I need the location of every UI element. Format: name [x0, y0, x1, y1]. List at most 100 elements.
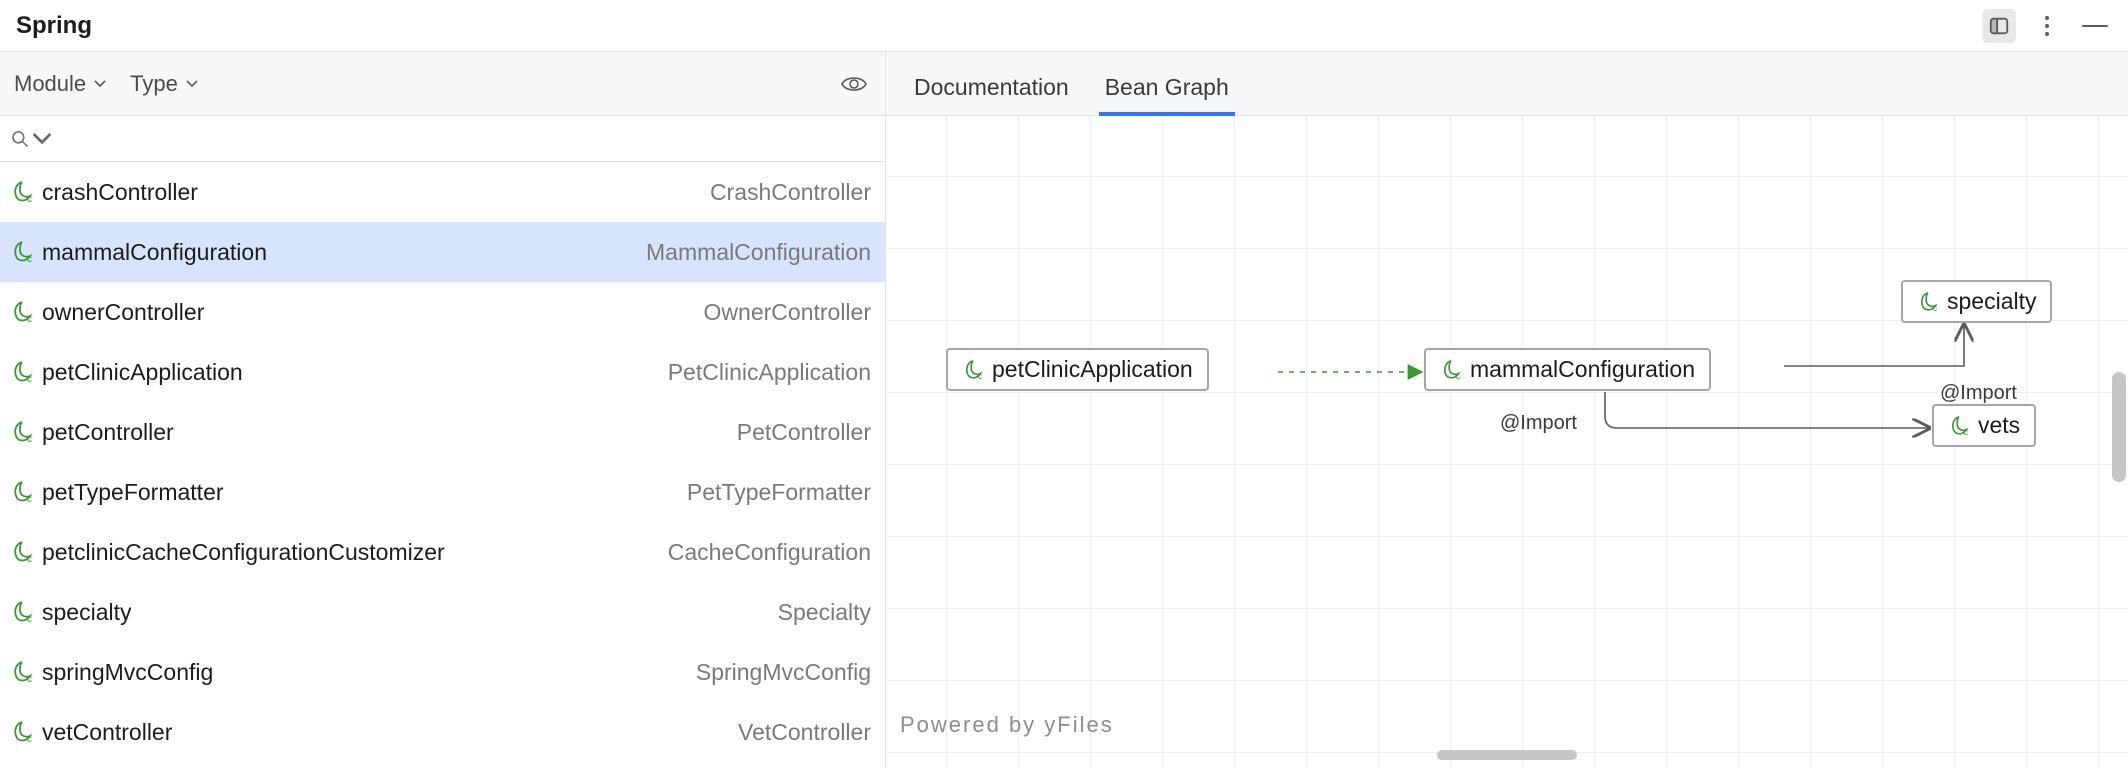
graph-node-mammalconfiguration[interactable]: c mammalConfiguration [1424, 348, 1711, 391]
bean-list-item[interactable]: c petController PetController [0, 402, 885, 462]
spring-bean-icon: c [1917, 291, 1939, 313]
bean-type: SpringMvcConfig [696, 659, 871, 686]
svg-text:c: c [27, 374, 32, 384]
svg-text:c: c [1933, 303, 1938, 313]
graph-edge-label: @Import [1940, 382, 2017, 405]
tab-bean-graph[interactable]: Bean Graph [1105, 74, 1229, 115]
graph-node-label: petClinicApplication [992, 356, 1193, 383]
bean-list-item[interactable]: c petClinicApplication PetClinicApplicat… [0, 342, 885, 402]
spring-bean-icon: c [10, 240, 34, 264]
svg-text:c: c [27, 314, 32, 324]
chevron-down-icon [32, 129, 52, 149]
bean-list-item[interactable]: c springMvcConfig SpringMvcConfig [0, 642, 885, 702]
eye-icon [840, 74, 868, 94]
titlebar-actions [1982, 9, 2112, 43]
module-dropdown-label: Module [14, 71, 86, 97]
panel-icon [1988, 15, 2010, 37]
type-dropdown[interactable]: Type [130, 71, 198, 97]
bean-name: vetController [42, 719, 172, 746]
svg-text:c: c [27, 554, 32, 564]
spring-bean-icon: c [10, 300, 34, 324]
spring-bean-icon: c [10, 420, 34, 444]
spring-bean-icon: c [10, 720, 34, 744]
bean-name: petController [42, 419, 174, 446]
bean-type: Specialty [778, 599, 871, 626]
visibility-button[interactable] [837, 67, 871, 101]
graph-footer: Powered by yFiles [900, 712, 1114, 738]
bean-item-left: c vetController [10, 719, 172, 746]
graph-node-label: vets [1978, 412, 2020, 439]
scrollbar-thumb[interactable] [1437, 750, 1577, 760]
bean-list-item[interactable]: c mammalConfiguration MammalConfiguratio… [0, 222, 885, 282]
bean-item-left: c petController [10, 419, 174, 446]
svg-text:c: c [27, 194, 32, 204]
bean-type: PetClinicApplication [668, 359, 871, 386]
spring-bean-icon: c [1948, 415, 1970, 437]
minimize-button[interactable] [2078, 9, 2112, 43]
bean-item-left: c springMvcConfig [10, 659, 213, 686]
svg-text:c: c [27, 674, 32, 684]
bean-item-left: c petclinicCacheConfigurationCustomizer [10, 539, 445, 566]
more-icon [2045, 16, 2049, 36]
graph-node-specialty[interactable]: c specialty [1901, 280, 2052, 323]
minimize-icon [2082, 25, 2108, 27]
titlebar: Spring [0, 0, 2128, 52]
bean-name: specialty [42, 599, 131, 626]
module-dropdown[interactable]: Module [14, 71, 106, 97]
panel-toggle-button[interactable] [1982, 9, 2016, 43]
chevron-down-icon [94, 80, 106, 88]
bean-type: MammalConfiguration [646, 239, 871, 266]
spring-bean-icon: c [10, 480, 34, 504]
bean-list[interactable]: c crashController CrashController c mamm… [0, 162, 885, 768]
tab-documentation[interactable]: Documentation [914, 74, 1069, 115]
spring-bean-icon: c [10, 600, 34, 624]
graph-node-label: specialty [1947, 288, 2036, 315]
details-tabs: Documentation Bean Graph [886, 52, 2128, 116]
bean-list-item[interactable]: c specialty Specialty [0, 582, 885, 642]
spring-bean-icon: c [10, 360, 34, 384]
vertical-scrollbar[interactable] [2112, 372, 2126, 482]
svg-text:c: c [978, 371, 983, 381]
bean-name: petTypeFormatter [42, 479, 224, 506]
graph-horizontal-scrollbar[interactable] [886, 750, 2128, 762]
bean-item-left: c petClinicApplication [10, 359, 243, 386]
bean-type: OwnerController [704, 299, 871, 326]
bean-name: petclinicCacheConfigurationCustomizer [42, 539, 445, 566]
bean-list-item[interactable]: c vetController VetController [0, 702, 885, 762]
chevron-down-icon [186, 80, 198, 88]
bean-name: ownerController [42, 299, 204, 326]
search-icon [10, 129, 30, 149]
graph-edge-label: @Import [1500, 412, 1577, 435]
spring-bean-icon: c [10, 180, 34, 204]
bean-list-item[interactable]: c petclinicCacheConfigurationCustomizer … [0, 522, 885, 582]
search-input[interactable] [0, 116, 885, 162]
spring-bean-icon: c [10, 660, 34, 684]
spring-bean-icon: c [962, 359, 984, 381]
bean-list-item[interactable]: c petTypeFormatter PetTypeFormatter [0, 462, 885, 522]
details-pane: Documentation Bean Graph [886, 52, 2128, 768]
beans-pane: Module Type [0, 52, 886, 768]
bean-type: VetController [738, 719, 871, 746]
bean-type: CacheConfiguration [668, 539, 871, 566]
bean-type: PetController [737, 419, 871, 446]
main-split: Module Type [0, 52, 2128, 768]
graph-node-petclinicapplication[interactable]: c petClinicApplication [946, 348, 1209, 391]
scrollbar-thumb[interactable] [2112, 372, 2126, 482]
svg-text:c: c [1964, 427, 1969, 437]
bean-item-left: c ownerController [10, 299, 204, 326]
svg-text:c: c [27, 734, 32, 744]
svg-text:c: c [27, 434, 32, 444]
tool-window-title: Spring [16, 12, 92, 40]
bean-name: crashController [42, 179, 198, 206]
more-options-button[interactable] [2030, 9, 2064, 43]
svg-text:c: c [1456, 371, 1461, 381]
bean-graph-canvas[interactable]: c petClinicApplication c mammalConfigura… [886, 116, 2128, 768]
graph-node-vets[interactable]: c vets [1932, 404, 2036, 447]
beans-toolbar: Module Type [0, 52, 885, 116]
bean-name: mammalConfiguration [42, 239, 267, 266]
bean-item-left: c petTypeFormatter [10, 479, 224, 506]
bean-list-item[interactable]: c crashController CrashController [0, 162, 885, 222]
svg-text:c: c [27, 254, 32, 264]
bean-list-item[interactable]: c ownerController OwnerController [0, 282, 885, 342]
bean-item-left: c crashController [10, 179, 198, 206]
